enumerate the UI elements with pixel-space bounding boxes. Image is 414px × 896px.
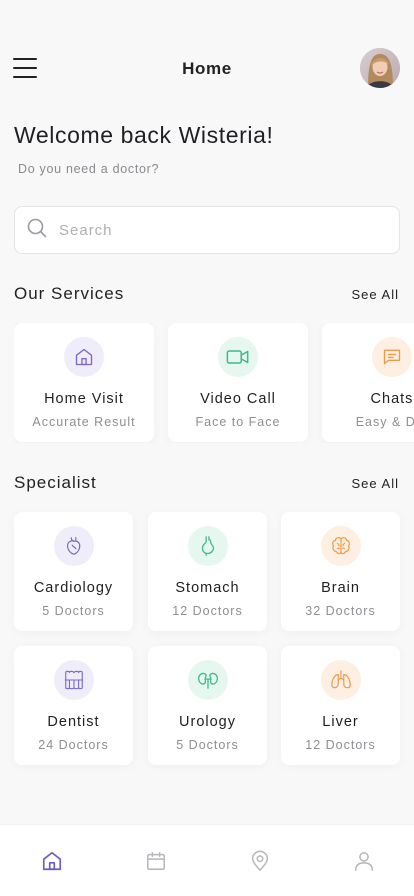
stomach-icon (187, 526, 228, 566)
lungs-icon (320, 660, 361, 700)
specialist-title: Urology (179, 714, 236, 730)
services-section-title: Our Services (14, 284, 125, 303)
service-title: Chats (370, 391, 414, 407)
service-subtitle: Easy & Diff (355, 415, 414, 429)
specialist-title: Dentist (47, 714, 100, 730)
specialist-title: Cardiology (33, 580, 114, 596)
home-tab-icon[interactable] (40, 849, 64, 873)
avatar[interactable] (360, 48, 400, 88)
specialist-card-brain[interactable]: Brain 32 Doctors (281, 512, 400, 631)
bottom-tab-bar (0, 824, 414, 896)
specialist-card-liver[interactable]: Liver 12 Doctors (281, 646, 400, 765)
header: Home (0, 44, 414, 92)
home-icon (64, 337, 104, 377)
specialist-doctor-count: 5 Doctors (42, 604, 105, 618)
specialist-doctor-count: 32 Doctors (305, 604, 376, 618)
service-subtitle: Face to Face (195, 415, 281, 429)
specialist-card-dentist[interactable]: Dentist 24 Doctors (14, 646, 133, 765)
specialist-see-all-link[interactable]: See All (352, 476, 399, 491)
specialist-doctor-count: 24 Doctors (38, 738, 109, 752)
services-see-all-link[interactable]: See All (352, 287, 399, 302)
welcome-subtitle: Do you need a doctor? (18, 162, 160, 176)
specialist-title: Liver (322, 714, 359, 730)
services-carousel[interactable]: Home Visit Accurate Result Video Call Fa… (14, 323, 414, 443)
brain-icon (320, 526, 361, 566)
specialist-doctor-count: 12 Doctors (305, 738, 376, 752)
specialist-title: Stomach (175, 580, 240, 596)
specialist-card-cardiology[interactable]: Cardiology 5 Doctors (14, 512, 133, 631)
page-title: Home (182, 59, 232, 78)
specialist-card-urology[interactable]: Urology 5 Doctors (148, 646, 267, 765)
video-icon (218, 337, 258, 377)
search-bar[interactable] (14, 206, 400, 254)
service-title: Video Call (200, 391, 276, 407)
specialist-section-title: Specialist (14, 473, 97, 492)
search-icon (27, 218, 47, 243)
service-card-video-call[interactable]: Video Call Face to Face (168, 323, 308, 442)
specialist-title: Brain (321, 580, 360, 596)
chat-icon (372, 337, 412, 377)
search-input[interactable] (59, 221, 359, 239)
heart-icon (53, 526, 94, 566)
welcome-title: Welcome back Wisteria! (14, 122, 274, 148)
specialist-doctor-count: 5 Doctors (176, 738, 239, 752)
profile-tab-icon[interactable] (352, 849, 376, 873)
calendar-tab-icon[interactable] (144, 849, 168, 873)
tooth-icon (53, 660, 94, 700)
location-tab-icon[interactable] (248, 849, 272, 873)
service-card-home-visit[interactable]: Home Visit Accurate Result (14, 323, 154, 442)
specialist-doctor-count: 12 Doctors (172, 604, 243, 618)
service-subtitle: Accurate Result (32, 415, 136, 429)
service-title: Home Visit (44, 391, 124, 407)
specialist-card-stomach[interactable]: Stomach 12 Doctors (148, 512, 267, 631)
service-card-chats[interactable]: Chats Easy & Diff (322, 323, 414, 442)
kidney-icon (187, 660, 228, 700)
